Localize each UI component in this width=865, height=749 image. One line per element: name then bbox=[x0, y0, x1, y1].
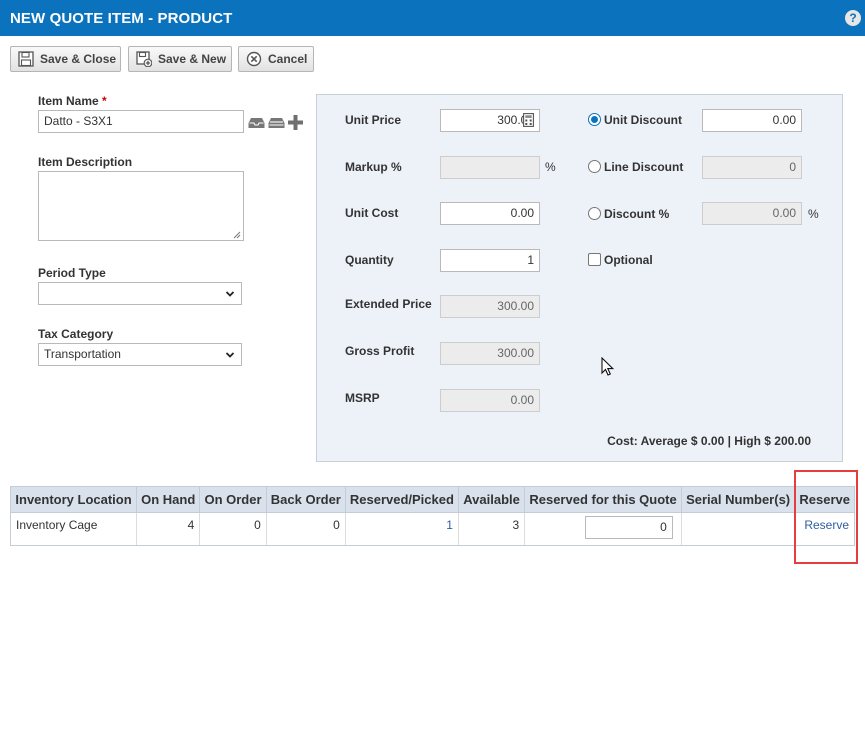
cancel-icon bbox=[246, 51, 262, 67]
help-icon[interactable]: ? bbox=[845, 10, 861, 26]
col-serial-numbers[interactable]: Serial Number(s) bbox=[680, 486, 796, 513]
col-available[interactable]: Available bbox=[457, 486, 526, 513]
add-icon[interactable] bbox=[287, 114, 304, 131]
pricing-panel: Unit Price 300.00 Markup % % Unit Cost 0… bbox=[316, 94, 843, 462]
dialog-titlebar: NEW QUOTE ITEM - PRODUCT ? bbox=[0, 0, 865, 36]
col-back-order[interactable]: Back Order bbox=[265, 486, 346, 513]
line-discount-label[interactable]: Line Discount bbox=[604, 160, 683, 174]
period-type-label: Period Type bbox=[38, 266, 106, 280]
tax-category-select[interactable]: Transportation bbox=[38, 343, 242, 366]
dialog-title: NEW QUOTE ITEM - PRODUCT bbox=[10, 10, 233, 27]
inventory-stack-icon[interactable] bbox=[268, 117, 285, 129]
quantity-label: Quantity bbox=[345, 253, 394, 267]
unit-discount-input[interactable]: 0.00 bbox=[702, 109, 802, 132]
reserve-highlight-box bbox=[794, 470, 858, 564]
unit-price-label: Unit Price bbox=[345, 113, 402, 127]
col-reserved-for-quote[interactable]: Reserved for this Quote bbox=[524, 486, 682, 513]
cell-on-order: 0 bbox=[199, 512, 267, 546]
cancel-label: Cancel bbox=[268, 52, 308, 66]
item-name-input[interactable]: Datto - S3X1 bbox=[38, 110, 244, 133]
gross-profit-label: Gross Profit bbox=[345, 344, 415, 358]
extended-price-input: 300.00 bbox=[440, 295, 540, 318]
tax-category-label: Tax Category bbox=[38, 327, 114, 341]
markup-label: Markup % bbox=[345, 160, 402, 174]
optional-label[interactable]: Optional bbox=[604, 253, 653, 267]
required-marker: * bbox=[102, 94, 107, 108]
item-description-textarea[interactable] bbox=[38, 171, 244, 241]
quantity-input[interactable]: 1 bbox=[440, 249, 540, 272]
cell-reserved-picked-link[interactable]: 1 bbox=[345, 512, 459, 546]
cell-serial-numbers bbox=[681, 512, 796, 546]
unit-cost-label: Unit Cost bbox=[345, 206, 399, 220]
inventory-header-row: Inventory Location On Hand On Order Back… bbox=[9, 486, 855, 513]
optional-checkbox[interactable] bbox=[588, 253, 601, 266]
cell-reserved-for-quote: 0 bbox=[524, 512, 682, 546]
item-name-label-text: Item Name bbox=[38, 94, 99, 108]
col-on-hand[interactable]: On Hand bbox=[136, 486, 201, 513]
cost-summary: Cost: Average $ 0.00 | High $ 200.00 bbox=[607, 434, 811, 448]
period-type-select[interactable] bbox=[38, 282, 242, 305]
unit-discount-label[interactable]: Unit Discount bbox=[604, 113, 682, 127]
col-on-order[interactable]: On Order bbox=[199, 486, 267, 513]
inventory-table: Inventory Location On Hand On Order Back… bbox=[9, 486, 855, 546]
line-discount-input: 0 bbox=[702, 156, 802, 179]
discount-percent-radio[interactable] bbox=[588, 207, 601, 220]
discount-percent-sign: % bbox=[808, 207, 819, 221]
msrp-input: 0.00 bbox=[440, 389, 540, 412]
cell-location: Inventory Cage bbox=[9, 512, 138, 546]
tax-category-value: Transportation bbox=[44, 347, 121, 361]
cell-back-order: 0 bbox=[266, 512, 346, 546]
item-description-label: Item Description bbox=[38, 155, 133, 169]
mouse-cursor-icon bbox=[601, 357, 615, 376]
save-new-label: Save & New bbox=[158, 52, 227, 66]
item-name-label: Item Name * bbox=[38, 94, 107, 108]
gross-profit-input: 300.00 bbox=[440, 342, 540, 365]
markup-percent-sign: % bbox=[545, 160, 556, 174]
unit-discount-radio[interactable] bbox=[588, 113, 601, 126]
cell-available: 3 bbox=[458, 512, 526, 546]
cell-on-hand: 4 bbox=[136, 512, 201, 546]
inventory-tray-icon[interactable] bbox=[248, 117, 265, 129]
save-icon bbox=[18, 51, 34, 67]
extended-price-label: Extended Price bbox=[345, 297, 432, 311]
save-close-label: Save & Close bbox=[40, 52, 117, 66]
unit-cost-input[interactable]: 0.00 bbox=[440, 202, 540, 225]
discount-percent-label[interactable]: Discount % bbox=[604, 207, 669, 221]
resize-handle-icon[interactable] bbox=[233, 231, 241, 239]
discount-percent-input: 0.00 bbox=[702, 202, 802, 225]
markup-input[interactable] bbox=[440, 156, 540, 179]
cancel-button[interactable]: Cancel bbox=[238, 46, 314, 72]
line-discount-radio[interactable] bbox=[588, 160, 601, 173]
chevron-down-icon bbox=[225, 291, 235, 297]
msrp-label: MSRP bbox=[345, 391, 380, 405]
chevron-down-icon bbox=[225, 352, 235, 358]
col-reserved-picked[interactable]: Reserved/Picked bbox=[344, 486, 459, 513]
calculator-icon[interactable] bbox=[523, 113, 534, 127]
reserved-for-quote-input[interactable]: 0 bbox=[584, 516, 673, 539]
col-inventory-location[interactable]: Inventory Location bbox=[9, 486, 138, 513]
save-new-button[interactable]: Save & New bbox=[128, 46, 232, 72]
save-new-icon bbox=[136, 51, 152, 67]
table-row: Inventory Cage 4 0 0 1 3 0 Reserve bbox=[9, 512, 855, 546]
save-close-button[interactable]: Save & Close bbox=[10, 46, 121, 72]
